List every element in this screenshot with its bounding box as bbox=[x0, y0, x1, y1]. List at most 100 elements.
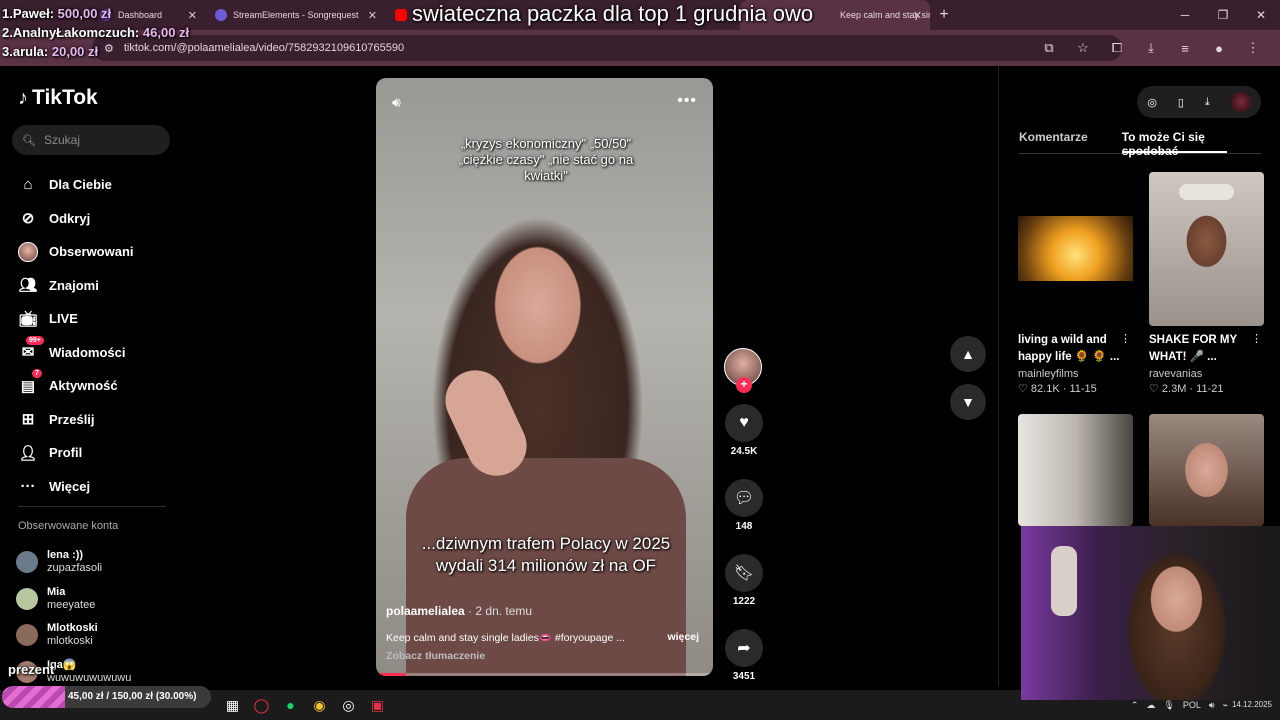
account-name: lena :)) bbox=[47, 549, 84, 562]
media-icon[interactable]: ≡ bbox=[1168, 41, 1202, 56]
sidebar-item-profil[interactable]: 👤︎ Profil bbox=[18, 436, 134, 470]
download-icon[interactable]: ⤓ bbox=[1134, 40, 1168, 56]
compass-icon[interactable]: ◎ bbox=[1147, 96, 1157, 109]
tray-app-icon[interactable]: ☁ bbox=[1146, 700, 1155, 711]
new-tab-button[interactable]: + bbox=[930, 6, 958, 24]
clock[interactable]: 14.12.2025 bbox=[1232, 700, 1272, 710]
heart-icon[interactable]: ♥ bbox=[725, 404, 763, 442]
sidebar-item-dla-ciebie[interactable]: ⌂ Dla Ciebie bbox=[18, 168, 134, 202]
right-tabs: Komentarze To może Ci się spodobać bbox=[1019, 130, 1261, 158]
browser-toolbar-icons: ⧉ ☆ ⧠ ⤓ ≡ ● ⋮ bbox=[1032, 30, 1270, 66]
more-link[interactable]: więcej bbox=[667, 631, 699, 643]
sidebar-item-obserwowani[interactable]: Obserwowani bbox=[18, 235, 134, 269]
close-icon[interactable]: ✕ bbox=[913, 9, 922, 22]
sidebar-item-label: Aktywność bbox=[49, 378, 118, 394]
following-account[interactable]: Mlotkoski mlotkoski bbox=[16, 617, 131, 654]
creator-avatar[interactable]: + bbox=[724, 348, 762, 393]
follow-plus-icon[interactable]: + bbox=[736, 377, 752, 393]
profile-icon[interactable]: ● bbox=[1202, 41, 1236, 56]
video-player[interactable]: 🔊︎ ••• „kryzys ekonomiczny" „50/50" „cię… bbox=[376, 78, 713, 676]
account-handle: zupazfasoli bbox=[47, 562, 103, 575]
sidebar-item-label: Więcej bbox=[49, 478, 91, 494]
save-action[interactable]: 🔖︎ 1222 bbox=[724, 554, 764, 607]
network-icon[interactable]: ⌁ bbox=[1223, 700, 1228, 711]
comment-action[interactable]: 💬︎ 148 bbox=[724, 479, 764, 532]
url-field[interactable]: ⚙ tiktok.com/@polaamelialea/video/758293… bbox=[92, 35, 1122, 61]
download-icon[interactable]: ⤓ bbox=[1205, 96, 1210, 109]
tiktok-logo[interactable]: ♪ TikTok bbox=[18, 86, 98, 110]
tab-songrequest[interactable]: StreamElements - Songrequest ✕ bbox=[205, 0, 385, 30]
close-window-icon[interactable]: ✕ bbox=[1242, 0, 1280, 30]
sidebar-item-przeslij[interactable]: ⊞ Prześlij bbox=[18, 403, 134, 437]
avatar[interactable] bbox=[1230, 92, 1251, 112]
more-icon[interactable]: ⋮ bbox=[1251, 332, 1262, 345]
bookmark-star-icon[interactable]: ☆ bbox=[1066, 40, 1100, 56]
card-author[interactable]: mainleyfilms bbox=[1018, 368, 1133, 380]
video-thumbnail[interactable] bbox=[1149, 414, 1264, 526]
tab-recommended[interactable]: To może Ci się spodobać bbox=[1121, 130, 1227, 158]
share-action[interactable]: ➦ 3451 bbox=[724, 629, 764, 682]
more-icon[interactable]: ⋮ bbox=[1120, 332, 1131, 345]
sidebar-item-live[interactable]: 📺︎ LIVE bbox=[18, 302, 134, 336]
microphone-icon[interactable]: 🎙︎ bbox=[1163, 700, 1174, 711]
language-indicator[interactable]: POL bbox=[1183, 700, 1201, 710]
video-thumbnail[interactable] bbox=[1018, 172, 1133, 326]
maximize-icon[interactable]: ❐ bbox=[1204, 0, 1242, 30]
search-input[interactable] bbox=[43, 133, 164, 147]
sidebar-item-wiadomosci[interactable]: ✉ 99+ Wiadomości bbox=[18, 335, 134, 370]
next-video-button[interactable]: ▼ bbox=[950, 384, 986, 420]
following-account[interactable]: lena :)) zupazfasoli bbox=[16, 544, 131, 581]
comment-icon[interactable]: 💬︎ bbox=[725, 479, 763, 517]
extensions-icon[interactable]: ⧠ bbox=[1100, 40, 1134, 56]
video-thumbnail[interactable] bbox=[1149, 172, 1264, 326]
opera-icon[interactable]: ◯ bbox=[247, 690, 276, 720]
install-icon[interactable]: ⧉ bbox=[1032, 40, 1066, 56]
home-icon: ⌂ bbox=[23, 176, 33, 194]
volume-icon[interactable]: 🔊︎ bbox=[392, 94, 401, 111]
spotify-icon[interactable]: ● bbox=[276, 690, 305, 720]
more-options-icon[interactable]: ••• bbox=[677, 92, 697, 110]
streamer-webcam bbox=[1021, 526, 1280, 700]
recommended-video-card[interactable] bbox=[1149, 414, 1264, 526]
card-author[interactable]: ravevanias bbox=[1149, 368, 1264, 380]
minimize-icon[interactable]: ─ bbox=[1166, 0, 1204, 30]
search-box[interactable]: 🔍︎ bbox=[12, 125, 170, 155]
recommended-video-card[interactable] bbox=[1018, 414, 1133, 526]
recommended-video-card[interactable]: SHAKE FOR MY WHAT! 🎤 ... ravevanias ♡ 2.… bbox=[1149, 172, 1264, 395]
video-progress-bar[interactable] bbox=[376, 673, 713, 676]
see-translation-link[interactable]: Zobacz tłumaczenie bbox=[386, 650, 485, 662]
save-count: 1222 bbox=[732, 596, 756, 607]
sidebar-item-znajomi[interactable]: 👥︎ Znajomi bbox=[18, 269, 134, 303]
calculator-icon[interactable]: ▦ bbox=[218, 690, 247, 720]
close-icon[interactable]: ✕ bbox=[368, 9, 377, 22]
bookmark-icon[interactable]: 🔖︎ bbox=[725, 554, 763, 592]
obs-icon[interactable]: ◎ bbox=[334, 690, 363, 720]
comment-count: 148 bbox=[735, 521, 753, 532]
app-icon[interactable]: ▣ bbox=[363, 690, 392, 720]
screen: Dashboard ✕ StreamElements - Songrequest… bbox=[0, 0, 1280, 720]
sidebar-item-wiecej[interactable]: ··· Więcej bbox=[18, 470, 134, 504]
tab-komentarze[interactable]: Komentarze bbox=[1019, 130, 1088, 153]
upload-icon: ⊞ bbox=[21, 411, 35, 429]
sidebar-item-aktywnosc[interactable]: ▤ 7 Aktywność bbox=[18, 369, 134, 403]
author-handle[interactable]: polaamelialea bbox=[386, 604, 465, 618]
close-icon[interactable]: ✕ bbox=[188, 9, 197, 22]
tab-label: StreamElements - Songrequest bbox=[233, 10, 359, 20]
phone-icon[interactable]: ▯ bbox=[1178, 96, 1184, 109]
chrome-icon[interactable]: ◉ bbox=[305, 690, 334, 720]
sidebar-item-label: Znajomi bbox=[49, 277, 99, 293]
sidebar: ♪ TikTok 🔍︎ ⌂ Dla Ciebie ⊘ Odkryj Obser bbox=[0, 66, 185, 686]
video-author[interactable]: polaamelialea · 2 dn. temu bbox=[386, 604, 532, 618]
donor-name: AnalnyŁakomczuch: bbox=[12, 25, 140, 40]
sidebar-item-odkryj[interactable]: ⊘ Odkryj bbox=[18, 202, 134, 236]
video-thumbnail[interactable] bbox=[1018, 414, 1133, 526]
share-icon[interactable]: ➦ bbox=[725, 629, 763, 667]
previous-video-button[interactable]: ▲ bbox=[950, 336, 986, 372]
like-action[interactable]: ♥ 24.5K bbox=[724, 404, 764, 457]
following-account[interactable]: Mia meeyatee bbox=[16, 581, 131, 618]
chevron-up-icon[interactable]: ⌃ bbox=[1131, 700, 1139, 711]
recommended-video-card[interactable]: living a wild and happy life 🌻 🌻 ... mai… bbox=[1018, 172, 1133, 395]
volume-icon[interactable]: 🔊︎ bbox=[1209, 700, 1215, 711]
menu-icon[interactable]: ⋮ bbox=[1236, 40, 1270, 56]
donation-leaderboard: 1.Paweł: 500,00 zł 2.AnalnyŁakomczuch: 4… bbox=[2, 4, 189, 61]
